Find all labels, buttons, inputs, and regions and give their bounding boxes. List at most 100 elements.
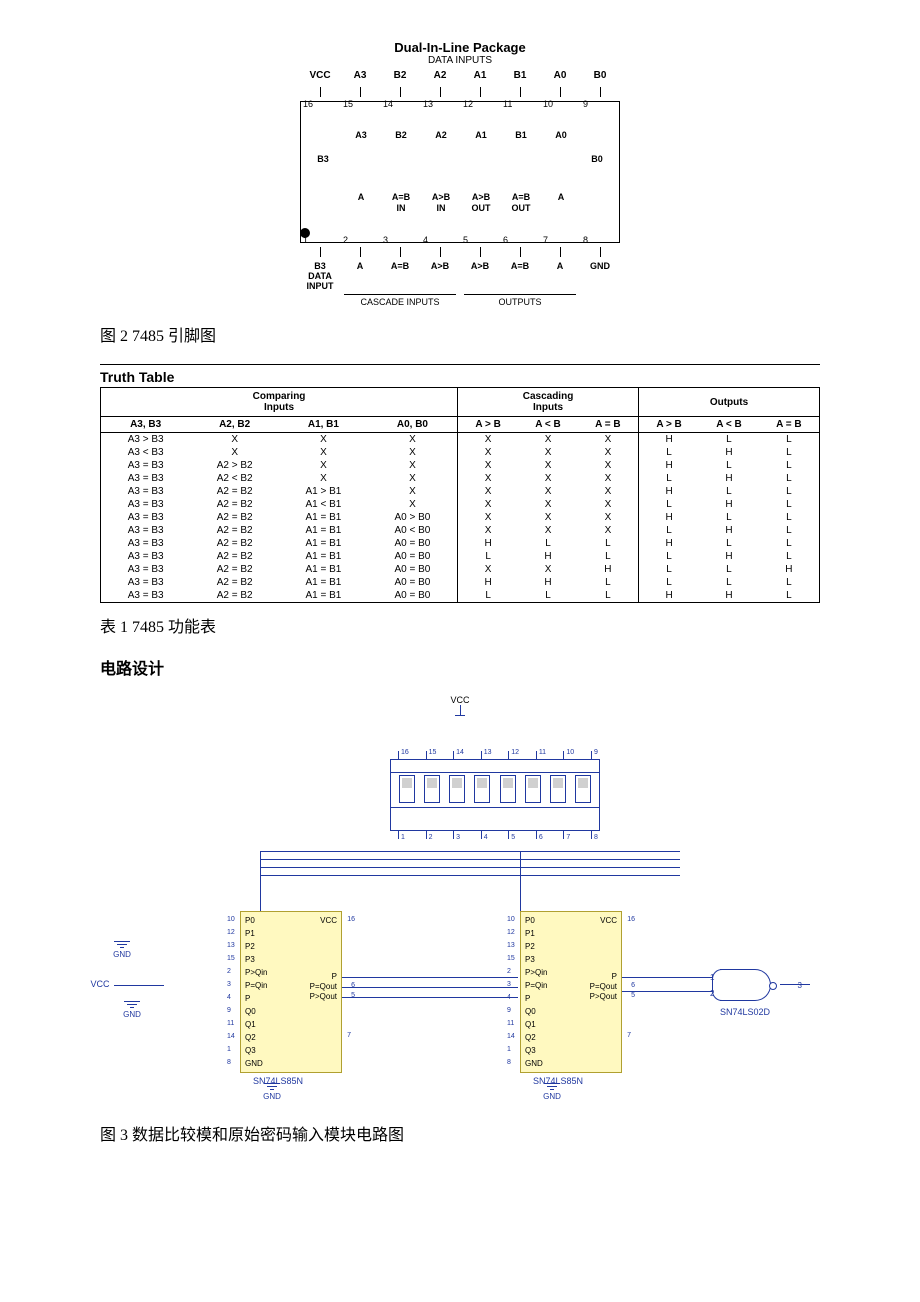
pin-bot-label: A <box>340 261 380 271</box>
tt-cell: A2 > B2 <box>190 459 279 472</box>
ic-pin-num: 4 <box>227 994 231 1001</box>
ic-pin-label: P1 <box>245 929 255 938</box>
pin-bot-label: GND <box>580 261 620 271</box>
pin-number: 3 <box>383 235 388 245</box>
tt-col-header: A < B <box>518 417 578 433</box>
ic-pin-num: 1 <box>227 1046 231 1053</box>
tt-cell: L <box>458 589 519 603</box>
tt-cell: X <box>518 459 578 472</box>
tt-cell: A2 = B2 <box>190 550 279 563</box>
chip-inner-label: B1 <box>501 130 541 141</box>
ic-pin-num: 10 <box>507 916 515 923</box>
tt-cell: L <box>638 576 699 589</box>
ic-pin-label: GND <box>245 1059 263 1068</box>
tt-cell: H <box>699 498 759 511</box>
dip-switch-toggle <box>424 775 440 803</box>
grp-outputs: Outputs <box>638 388 819 417</box>
ic-pin-num: 14 <box>227 1033 235 1040</box>
chip-inner-label: A2 <box>421 130 461 141</box>
tt-cell: A3 = B3 <box>101 498 191 511</box>
chip-inner-label: A>B OUT <box>461 192 501 214</box>
pin-bot-label: A>B <box>420 261 460 271</box>
gnd-symbol-ic2: GND <box>540 1083 564 1101</box>
tt-cell: X <box>518 446 578 459</box>
ic-pin-label: Q1 <box>525 1020 536 1029</box>
tt-cell: X <box>279 433 368 447</box>
tt-cell: A3 > B3 <box>101 433 191 447</box>
dip-pin-num: 1 <box>401 834 405 841</box>
tt-cell: A3 = B3 <box>101 511 191 524</box>
tt-cell: A2 = B2 <box>190 524 279 537</box>
gnd-symbol: GND <box>110 941 134 959</box>
ic-pin-label: P3 <box>525 955 535 964</box>
ic-pin-label: Q0 <box>525 1007 536 1016</box>
tt-cell: A1 = B1 <box>279 511 368 524</box>
ic-pin-label: P=Qout <box>310 982 337 991</box>
tt-cell: A1 = B1 <box>279 576 368 589</box>
dip-pin-num: 12 <box>511 749 519 756</box>
brace-cascade: CASCADE INPUTS <box>360 297 439 307</box>
pinout-subtitle: DATA INPUTS <box>100 55 820 66</box>
tt-cell: H <box>759 563 820 576</box>
tt-cell: X <box>518 433 578 447</box>
tt-cell: H <box>638 485 699 498</box>
tt-cell: L <box>759 446 820 459</box>
ic-pin-num: 15 <box>507 955 515 962</box>
tt-cell: A3 < B3 <box>101 446 191 459</box>
tt-cell: A1 = B1 <box>279 550 368 563</box>
tt-cell: X <box>518 472 578 485</box>
b3-label: B3 <box>303 154 343 165</box>
tt-cell: X <box>458 563 519 576</box>
tt-cell: L <box>458 550 519 563</box>
chip-inner-label: A <box>541 192 581 203</box>
ic-pin-num: 11 <box>227 1020 234 1027</box>
tt-cell: X <box>458 446 519 459</box>
chip-inner-label: A0 <box>541 130 581 141</box>
tt-cell: H <box>458 537 519 550</box>
ic-pin-num: 16 <box>347 916 355 923</box>
tt-cell: A0 = B0 <box>368 589 458 603</box>
pin-number: 2 <box>343 235 348 245</box>
tt-cell: A1 > B1 <box>279 485 368 498</box>
gnd-symbol-2: GND <box>120 1001 144 1019</box>
tt-cell: H <box>638 537 699 550</box>
tt-col-header: A1, B1 <box>279 417 368 433</box>
tt-cell: H <box>638 511 699 524</box>
ic-pin-label: P>Qout <box>590 992 617 1001</box>
figure2-caption: 图 2 7485 引脚图 <box>100 322 820 346</box>
tt-cell: X <box>458 498 519 511</box>
ic-pin-label: P1 <box>525 929 535 938</box>
pin-number: 4 <box>423 235 428 245</box>
tt-cell: L <box>759 576 820 589</box>
chip-inner-label: A1 <box>461 130 501 141</box>
ic-pin-label: P <box>245 994 250 1003</box>
ic-pin-label: Q0 <box>245 1007 256 1016</box>
pin-top-label: A3 <box>340 69 380 83</box>
pin-bot-label: A <box>540 261 580 271</box>
ic-pin-label: P7 <box>332 972 337 981</box>
tt-cell: A0 < B0 <box>368 524 458 537</box>
tt-cell: L <box>638 446 699 459</box>
ic-pin-num: 5 <box>631 992 635 999</box>
ic-pin-num: 9 <box>507 1007 511 1014</box>
tt-cell: X <box>578 472 639 485</box>
dip-switch-toggle <box>399 775 415 803</box>
ic-pin-label: P0 <box>245 916 255 925</box>
ic-pin-num: 9 <box>227 1007 231 1014</box>
tt-cell: L <box>578 537 639 550</box>
ic-7485-left: SN74LS85N 10P012P113P215P32P>Qin3P=Qin4P… <box>240 911 342 1073</box>
tt-cell: A3 = B3 <box>101 550 191 563</box>
tt-col-header: A0, B0 <box>368 417 458 433</box>
ic-pin-label: P>Qin <box>525 968 547 977</box>
tt-cell: X <box>190 446 279 459</box>
ic-pin-label: P>Qout <box>310 992 337 1001</box>
ic-pin-label: Q3 <box>245 1046 256 1055</box>
pin-top-label: B0 <box>580 69 620 83</box>
tt-cell: A1 = B1 <box>279 537 368 550</box>
tt-cell: A0 = B0 <box>368 563 458 576</box>
tt-cell: X <box>368 459 458 472</box>
pin-bot-label: A=B <box>500 261 540 271</box>
tt-cell: H <box>699 524 759 537</box>
pin-top-label: A1 <box>460 69 500 83</box>
tt-cell: X <box>368 485 458 498</box>
